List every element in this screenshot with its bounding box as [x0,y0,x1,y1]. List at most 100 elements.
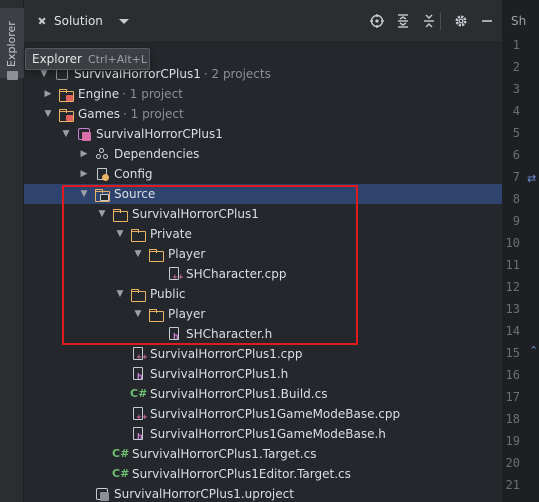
folder-icon [112,206,128,222]
unreal-project-icon [94,486,110,502]
csharp-file-icon: C# [112,447,130,460]
editor-tab-label: Sh [511,14,527,28]
editor-gutter [503,0,539,502]
tool-window-strip: Explorer [0,0,24,502]
minimize-icon[interactable] [478,12,496,30]
chevron-down-icon[interactable]: ▼ [60,124,72,144]
tree-node-label: Public [150,287,186,301]
chevron-down-icon[interactable]: ▼ [96,204,108,224]
tree-node-label: SHCharacter.h [186,327,273,341]
expand-all-icon[interactable] [394,12,412,30]
csharp-file-icon: C# [112,467,130,480]
chevron-down-icon[interactable]: ▼ [132,244,144,264]
tree-node-label: Source [114,187,156,201]
chevron-down-icon[interactable]: ▼ [132,304,144,324]
tooltip-shortcut: Ctrl+Alt+L [87,52,147,66]
chevron-down-icon[interactable]: ▼ [114,224,126,244]
header-file-icon: h [166,326,182,342]
line-number: 5 [512,126,520,140]
header-file-icon: h [130,366,146,382]
tree-node-label: Private [150,227,192,241]
header-divider [24,42,502,43]
line-number: 19 [505,434,520,448]
line-number: 7 [512,170,520,184]
tree-node-config[interactable]: ▶ Config [24,164,502,184]
line-number: 1 [512,38,520,52]
tree-node-label: SurvivalHorrorCPlus1.h [150,367,289,381]
tree-node-target-cs[interactable]: C# SurvivalHorrorCPlus1.Target.cs [24,444,502,464]
tree-node-build-cs[interactable]: C# SurvivalHorrorCPlus1.Build.cs [24,384,502,404]
tree-node-public[interactable]: ▼ Public [24,284,502,304]
tree-node-subtitle: · 1 project [122,87,183,101]
tree-node-subtitle: · 2 projects [203,67,271,81]
solution-folder-icon [58,86,74,102]
tree-node-subtitle: · 1 project [122,107,184,121]
chevron-down-icon[interactable]: ▼ [114,284,126,304]
chevron-down-icon [118,18,129,24]
tree-node-engine[interactable]: ▶ Engine · 1 project [24,84,502,104]
navigate-gutter-icon[interactable]: ⇄ [527,172,536,185]
line-number: 11 [505,258,520,272]
tree-node-label: SurvivalHorrorCPlus1 [96,127,223,141]
tree-node-label: Player [168,247,206,261]
csharp-file-icon: C# [130,387,148,400]
tree-node-label: Config [114,167,153,181]
tree-node-private-player[interactable]: ▼ Player [24,244,502,264]
tree-node-label: SurvivalHorrorCPlus1 [132,207,259,221]
rider-explorer-window: Explorer Solution Explorer Ctrl+Alt+L ▼ … [0,0,539,502]
fold-gutter-icon[interactable]: ⌃ [529,344,538,357]
chevron-right-icon[interactable]: ▶ [42,84,54,104]
tree-node-module-h[interactable]: h SurvivalHorrorCPlus1.h [24,364,502,384]
tree-node-label: Dependencies [114,147,200,161]
explorer-tool-tab[interactable]: Explorer [0,8,24,80]
folder-icon [130,226,146,242]
tooltip-title: Explorer [32,52,82,66]
line-number: 2 [512,60,520,74]
tree-node-uproject[interactable]: SurvivalHorrorCPlus1.uproject [24,484,502,502]
solution-view-selector[interactable]: Solution [32,10,133,32]
chevron-right-icon[interactable]: ▶ [78,164,90,184]
tree-node-private[interactable]: ▼ Private [24,224,502,244]
chevron-down-icon[interactable]: ▼ [42,104,54,124]
line-number: 6 [512,148,520,162]
gear-icon[interactable] [452,12,470,30]
folder-icon [148,246,164,262]
tree-node-label: SurvivalHorrorCPlus1GameModeBase.h [150,427,386,441]
toolbar-separator [440,12,441,30]
tree-node-shcharacter-cpp[interactable]: ++ SHCharacter.cpp [24,264,502,284]
tree-node-label: SurvivalHorrorCPlus1GameModeBase.cpp [150,407,401,421]
tree-node-gamemodebase-h[interactable]: h SurvivalHorrorCPlus1GameModeBase.h [24,424,502,444]
tree-node-gamemodebase-cpp[interactable]: ++ SurvivalHorrorCPlus1GameModeBase.cpp [24,404,502,424]
unreal-project-icon [76,126,92,142]
tree-node-label: Player [168,307,206,321]
tree-node-project[interactable]: ▼ SurvivalHorrorCPlus1 [24,124,502,144]
line-number: 18 [505,412,520,426]
tree-node-module-cpp[interactable]: ++ SurvivalHorrorCPlus1.cpp [24,344,502,364]
tree-node-source[interactable]: ▼ Source [24,184,502,204]
editor-tab[interactable]: Sh [503,8,539,34]
line-number: 21 [505,478,520,492]
tree-node-shcharacter-h[interactable]: h SHCharacter.h [24,324,502,344]
collapse-all-icon[interactable] [420,12,438,30]
tree-node-label: Games [78,107,120,121]
tree-node-editor-target-cs[interactable]: C# SurvivalHorrorCPlus1Editor.Target.cs [24,464,502,484]
tree-node-public-player[interactable]: ▼ Player [24,304,502,324]
cpp-file-icon: ++ [130,406,148,422]
tree-node-games[interactable]: ▼ Games · 1 project [24,104,502,124]
tree-node-module-folder[interactable]: ▼ SurvivalHorrorCPlus1 [24,204,502,224]
line-number: 17 [505,390,520,404]
target-icon[interactable] [368,12,386,30]
tree-node-dependencies[interactable]: ▶ Dependencies [24,144,502,164]
chevron-down-icon[interactable]: ▼ [78,184,90,204]
line-number: 15 [505,346,520,360]
tree-node-label: SurvivalHorrorCPlus1.uproject [114,487,294,501]
header-file-icon: h [130,426,146,442]
tree-node-label: SurvivalHorrorCPlus1Editor.Target.cs [132,467,351,481]
tree-node-label: SurvivalHorrorCPlus1.Target.cs [132,447,317,461]
explorer-tooltip: Explorer Ctrl+Alt+L [25,48,150,70]
close-icon [36,15,48,27]
chevron-right-icon[interactable]: ▶ [78,144,90,164]
line-number: 12 [505,280,520,294]
folder-icon [7,71,18,80]
line-number: 16 [505,368,520,382]
